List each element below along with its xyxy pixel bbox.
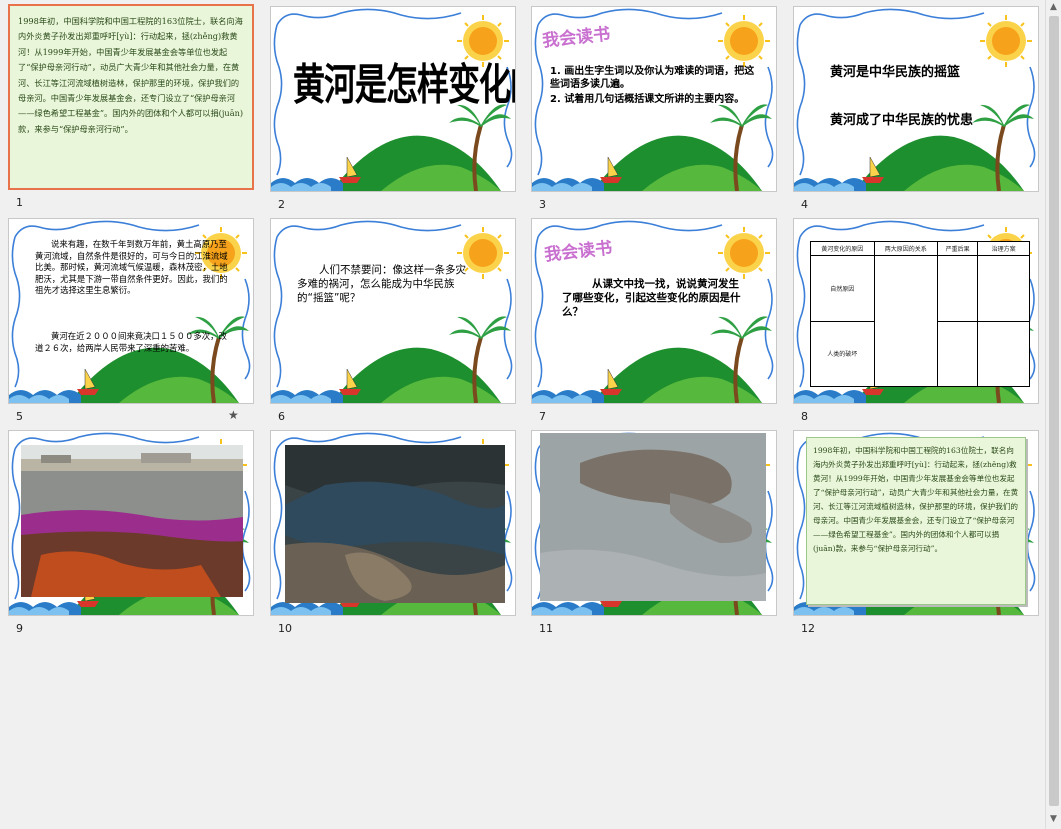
table-row-label: 人类的破坏: [810, 320, 875, 387]
slide-number-1: 1: [16, 196, 23, 209]
polluted-water-photo: [285, 445, 505, 603]
slide-thumbnail-12[interactable]: 1998年初，中国科学院和中国工程院的163位院士，联名向海内外炎黄子孙发出郑重…: [793, 430, 1039, 642]
table-cell: [936, 320, 979, 387]
slide-sorter-grid: 1998年初，中国科学院和中国工程院的163位院士，联名向海内外炎黄子孙发出郑重…: [0, 0, 1045, 829]
slide-number-12: 12: [801, 622, 815, 635]
slide-4-decoration: [794, 7, 1037, 191]
slide-thumbnail-2[interactable]: 黄河是怎样变化的 2: [270, 6, 516, 218]
slide-number-9: 9: [16, 622, 23, 635]
scrollbar-thumb[interactable]: [1049, 16, 1059, 806]
slide-8-table: 黄河变化的原因 两大原因的关系 严重后果 治理方案 自然原因 人类的破坏: [810, 241, 1030, 387]
river-foam-photo: [540, 433, 766, 601]
slide-5-paragraph-1: 说来有趣，在数千年到数万年前，黄土高原乃至黄河流域，自然条件是很好的，可与今日的…: [35, 239, 228, 296]
slide-1-text: 1998年初，中国科学院和中国工程院的163位院士，联名向海内外炎黄子孙发出郑重…: [18, 16, 244, 134]
slide-5-canvas: 说来有趣，在数千年到数万年前，黄土高原乃至黄河流域，自然条件是很好的，可与今日的…: [8, 218, 254, 404]
table-header: 严重后果: [936, 241, 979, 256]
table-cell: [936, 255, 979, 322]
slide-4-line-1: 黄河是中华民族的摇篮: [830, 65, 961, 80]
slide-8-canvas: 黄河变化的原因 两大原因的关系 严重后果 治理方案 自然原因 人类的破坏: [793, 218, 1039, 404]
table-cell: [873, 255, 938, 387]
table-header: 黄河变化的原因: [810, 241, 875, 256]
slide-10-canvas: [270, 430, 516, 616]
animation-star-icon[interactable]: ★: [228, 408, 239, 422]
slide-4-line-2: 黄河成了中华民族的忧患: [830, 113, 974, 128]
slide-number-11: 11: [539, 622, 553, 635]
slide-thumbnail-10[interactable]: 10: [270, 430, 516, 642]
slide-thumbnail-9[interactable]: 9: [8, 430, 254, 642]
slide-7-canvas: 我会读书 从课文中找一找，说说黄河发生了哪些变化，引起这些变化的原因是什么？: [531, 218, 777, 404]
slide-4-canvas: 黄河是中华民族的摇篮 黄河成了中华民族的忧患: [793, 6, 1039, 192]
table-cell: [977, 320, 1030, 387]
table-header: 治理方案: [977, 241, 1030, 256]
slide-2-title: 黄河是怎样变化的: [293, 59, 515, 111]
slide-thumbnail-1[interactable]: 1998年初，中国科学院和中国工程院的163位院士，联名向海内外炎黄子孙发出郑重…: [8, 4, 254, 216]
slide-12-text-card: 1998年初，中国科学院和中国工程院的163位院士，联名向海内外炎黄子孙发出郑重…: [806, 437, 1026, 605]
slide-number-2: 2: [278, 198, 285, 211]
scroll-down-icon[interactable]: ▼: [1048, 814, 1059, 825]
table-header: 两大原因的关系: [873, 241, 938, 256]
vertical-scrollbar[interactable]: ▲ ▼: [1045, 0, 1061, 829]
slide-number-10: 10: [278, 622, 292, 635]
slide-number-3: 3: [539, 198, 546, 211]
slide-9-canvas: [8, 430, 254, 616]
slide-1-canvas: 1998年初，中国科学院和中国工程院的163位院士，联名向海内外炎黄子孙发出郑重…: [8, 4, 254, 190]
slide-thumbnail-7[interactable]: 我会读书 从课文中找一找，说说黄河发生了哪些变化，引起这些变化的原因是什么？ 7: [531, 218, 777, 430]
slide-12-canvas: 1998年初，中国科学院和中国工程院的163位院士，联名向海内外炎黄子孙发出郑重…: [793, 430, 1039, 616]
slide-thumbnail-8[interactable]: 黄河变化的原因 两大原因的关系 严重后果 治理方案 自然原因 人类的破坏 8: [793, 218, 1039, 430]
slide-thumbnail-4[interactable]: 黄河是中华民族的摇篮 黄河成了中华民族的忧患 4: [793, 6, 1039, 218]
slide-thumbnail-6[interactable]: 人们不禁要问：像这样一条多灾多难的祸河，怎么能成为中华民族的“摇篮”呢？ 6: [270, 218, 516, 430]
slide-3-item-2: 2. 试着用几句话概括课文所讲的主要内容。: [550, 94, 745, 105]
slide-number-6: 6: [278, 410, 285, 423]
scroll-up-icon[interactable]: ▲: [1048, 2, 1059, 13]
slide-number-8: 8: [801, 410, 808, 423]
slide-6-text: 人们不禁要问：像这样一条多灾多难的祸河，怎么能成为中华民族的“摇篮”呢？: [297, 264, 466, 304]
slide-number-7: 7: [539, 410, 546, 423]
slide-3-canvas: 我会读书 1. 画出生字生词以及你认为难读的词语，把这些词语多读几遍。 2. 试…: [531, 6, 777, 192]
table-row-label: 自然原因: [810, 255, 875, 322]
table-cell: [977, 255, 1030, 322]
slide-11-canvas: [531, 430, 777, 616]
slide-3-item-1: 1. 画出生字生词以及你认为难读的词语，把这些词语多读几遍。: [550, 66, 755, 90]
slide-12-text: 1998年初，中国科学院和中国工程院的163位院士，联名向海内外炎黄子孙发出郑重…: [813, 446, 1019, 553]
slide-2-canvas: 黄河是怎样变化的: [270, 6, 516, 192]
slide-5-paragraph-2: 黄河在近２０００间来竟决口１５００多次，改道２６次，给两岸人民带来了深重的苦难。: [35, 331, 227, 353]
slide-thumbnail-3[interactable]: 我会读书 1. 画出生字生词以及你认为难读的词语，把这些词语多读几遍。 2. 试…: [531, 6, 777, 218]
slide-number-4: 4: [801, 198, 808, 211]
polluted-river-photo: [21, 445, 243, 597]
slide-number-5: 5: [16, 410, 23, 423]
slide-thumbnail-11[interactable]: 11: [531, 430, 777, 642]
slide-7-text: 从课文中找一找，说说黄河发生了哪些变化，引起这些变化的原因是什么？: [562, 278, 741, 318]
slide-6-canvas: 人们不禁要问：像这样一条多灾多难的祸河，怎么能成为中华民族的“摇篮”呢？: [270, 218, 516, 404]
slide-6-decoration: [271, 219, 514, 403]
slide-thumbnail-5[interactable]: 说来有趣，在数千年到数万年前，黄土高原乃至黄河流域，自然条件是很好的，可与今日的…: [8, 218, 254, 430]
